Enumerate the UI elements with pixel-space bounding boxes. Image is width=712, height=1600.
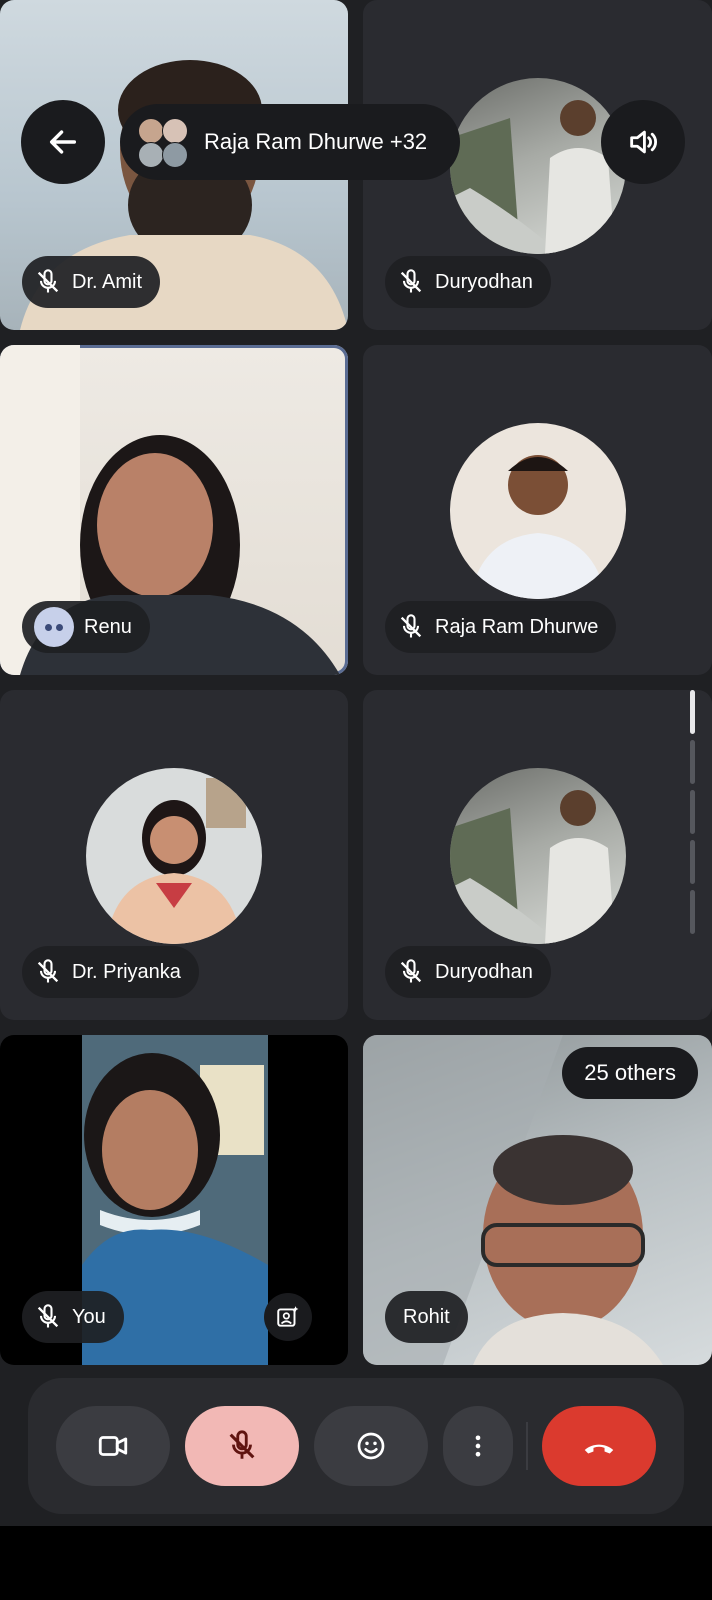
controls-divider <box>526 1422 528 1470</box>
participant-name: Duryodhan <box>435 960 533 983</box>
mic-off-icon <box>400 614 422 638</box>
speaking-indicator-icon <box>34 607 74 647</box>
meeting-title-pill[interactable]: Raja Ram Dhurwe +32 <box>120 104 460 180</box>
emoji-icon <box>357 1432 385 1460</box>
others-label: 25 others <box>584 1060 676 1085</box>
name-chip: Dr. Priyanka <box>22 946 199 998</box>
participant-tile-dr-priyanka[interactable]: Dr. Priyanka <box>0 690 348 1020</box>
name-chip: Renu <box>22 601 150 653</box>
mic-off-icon <box>37 959 59 983</box>
audio-output-button[interactable] <box>601 100 685 184</box>
name-chip: Duryodhan <box>385 256 551 308</box>
more-vert-icon <box>475 1435 481 1457</box>
participant-tile-duryodhan-2[interactable]: Duryodhan <box>363 690 712 1020</box>
mic-off-icon <box>229 1430 255 1459</box>
participant-name: You <box>72 1305 106 1328</box>
participant-name: Rohit <box>403 1305 450 1328</box>
meeting-title: Raja Ram Dhurwe +32 <box>204 129 428 154</box>
avatar <box>449 78 626 254</box>
more-options-button[interactable] <box>443 1406 513 1486</box>
grid-scrollbar-track <box>690 840 695 884</box>
participant-name: Raja Ram Dhurwe <box>435 615 599 638</box>
participant-name: Dr. Priyanka <box>72 960 181 983</box>
reactions-button[interactable] <box>314 1406 428 1486</box>
participant-tile-raja-ram-dhurwe[interactable]: Raja Ram Dhurwe <box>363 345 712 675</box>
participant-tile-renu[interactable]: Renu <box>0 345 348 675</box>
self-view-tile[interactable]: You <box>0 1035 348 1365</box>
volume-icon <box>630 130 657 154</box>
visual-effects-icon <box>277 1306 299 1327</box>
meeting-stage: Dr. Amit Duryodhan Raja Ram Dhurwe +32 R… <box>0 0 712 1526</box>
participant-name: Renu <box>84 615 132 638</box>
mic-toggle-button[interactable] <box>185 1406 299 1486</box>
name-chip: You <box>22 1291 124 1343</box>
avatar <box>449 768 626 944</box>
hang-up-button[interactable] <box>542 1406 656 1486</box>
videocam-icon <box>98 1436 128 1456</box>
camera-toggle-button[interactable] <box>56 1406 170 1486</box>
others-count-badge[interactable]: 25 others <box>562 1047 698 1099</box>
grid-scrollbar-thumb[interactable] <box>690 690 695 734</box>
mic-off-icon <box>37 1304 59 1328</box>
participant-tile-rohit[interactable]: 25 others Rohit <box>363 1035 712 1365</box>
name-chip: Rohit <box>385 1291 468 1343</box>
visual-effects-button[interactable] <box>264 1293 312 1341</box>
call-controls-bar <box>28 1378 684 1514</box>
back-button[interactable] <box>21 100 105 184</box>
grid-scrollbar-track <box>690 740 695 784</box>
participant-avatars <box>138 118 188 168</box>
mic-off-icon <box>400 269 422 293</box>
mic-off-icon <box>37 269 59 293</box>
grid-scrollbar-track <box>690 790 695 834</box>
grid-scrollbar-track <box>690 890 695 934</box>
mic-off-icon <box>400 959 422 983</box>
participant-name: Dr. Amit <box>72 270 143 293</box>
avatar <box>449 423 626 599</box>
name-chip: Duryodhan <box>385 946 551 998</box>
name-chip: Raja Ram Dhurwe <box>385 601 617 653</box>
arrow-back-icon <box>49 130 77 154</box>
name-chip: Dr. Amit <box>22 256 161 308</box>
call-end-icon <box>584 1444 614 1454</box>
avatar <box>86 768 262 944</box>
participant-name: Duryodhan <box>435 270 533 293</box>
